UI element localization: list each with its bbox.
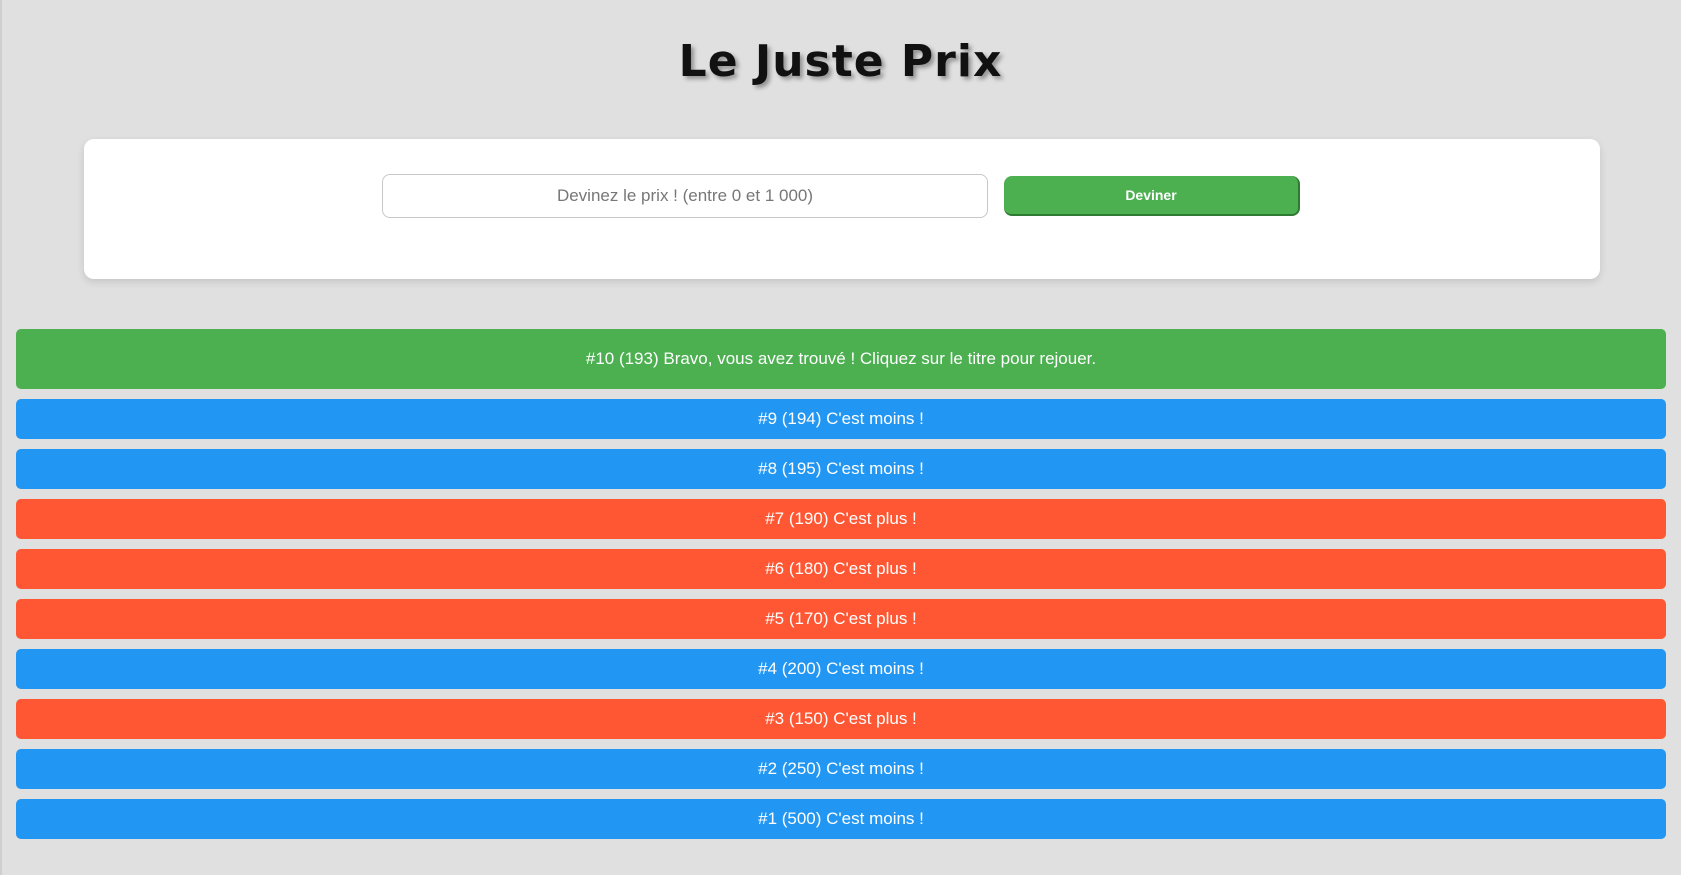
result-win-banner: #10 (193) Bravo, vous avez trouvé ! Cliq…	[16, 329, 1666, 389]
guess-button[interactable]: Deviner	[1004, 176, 1300, 216]
result-row-less: #4 (200) C'est moins !	[16, 649, 1666, 689]
result-row-less: #9 (194) C'est moins !	[16, 399, 1666, 439]
result-row-less: #1 (500) C'est moins !	[16, 799, 1666, 839]
results-list: #10 (193) Bravo, vous avez trouvé ! Cliq…	[16, 329, 1666, 849]
price-guess-input[interactable]	[382, 174, 988, 218]
result-row-more: #3 (150) C'est plus !	[16, 699, 1666, 739]
result-row-less: #8 (195) C'est moins !	[16, 449, 1666, 489]
page-left-border	[0, 0, 2, 875]
result-row-less: #2 (250) C'est moins !	[16, 749, 1666, 789]
result-row-more: #7 (190) C'est plus !	[16, 499, 1666, 539]
result-row-more: #6 (180) C'est plus !	[16, 549, 1666, 589]
result-row-more: #5 (170) C'est plus !	[16, 599, 1666, 639]
page-title[interactable]: Le Juste Prix	[0, 36, 1681, 87]
guess-form-card: Deviner	[84, 139, 1600, 279]
